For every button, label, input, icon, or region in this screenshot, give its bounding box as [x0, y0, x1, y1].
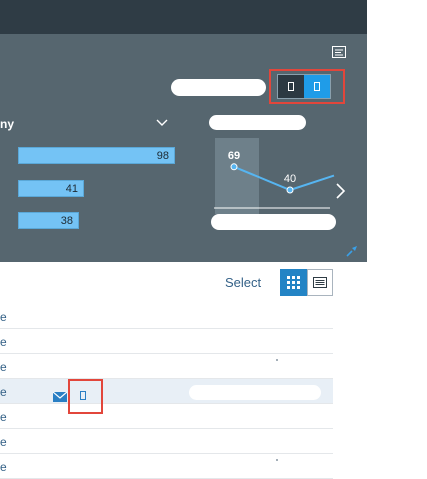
row-action-button[interactable]: [75, 387, 91, 403]
row-text: e: [0, 335, 7, 349]
bar-value: 41: [65, 183, 78, 195]
row-text: e: [0, 460, 7, 474]
redacted-subtitle: [209, 115, 306, 130]
row-text: e: [0, 360, 7, 374]
dropdown-label[interactable]: ny: [0, 117, 14, 131]
square-icon: [80, 391, 86, 400]
row-text: e: [0, 385, 7, 399]
list-view-icon: [313, 277, 327, 288]
panel-collapse-icon[interactable]: [332, 45, 346, 58]
redacted-chart-caption: [211, 214, 336, 230]
table-row[interactable]: e: [0, 304, 333, 329]
top-bar: [0, 0, 367, 34]
view-toggle[interactable]: [277, 74, 331, 99]
pin-icon[interactable]: [344, 243, 360, 259]
chart-data-label: 69: [228, 150, 240, 162]
chevron-down-icon[interactable]: [156, 115, 168, 127]
chevron-right-icon[interactable]: [335, 182, 347, 200]
redacted-row-value: [189, 385, 321, 400]
list-view-button[interactable]: [307, 269, 333, 296]
row-marker: [276, 459, 278, 461]
row-text: e: [0, 435, 7, 449]
kpi-bar[interactable]: 38: [18, 212, 79, 229]
grid-view-button[interactable]: [280, 269, 307, 296]
view-toggle-left-button[interactable]: [278, 75, 304, 98]
grid-view-icon: [287, 276, 300, 289]
table-row[interactable]: e: [0, 404, 333, 429]
chart-point[interactable]: [286, 186, 294, 194]
micro-line-chart[interactable]: 69 40: [212, 136, 336, 216]
table-row[interactable]: e: [0, 329, 333, 354]
row-text: e: [0, 410, 7, 424]
row-marker: [276, 359, 278, 361]
mail-icon[interactable]: [52, 389, 68, 402]
square-icon: [314, 82, 320, 92]
chart-point[interactable]: [230, 163, 238, 171]
square-icon: [288, 82, 294, 92]
chart-data-label: 40: [284, 173, 296, 185]
kpi-bar[interactable]: 41: [18, 180, 84, 197]
bar-value: 38: [60, 215, 73, 227]
redacted-title: [171, 79, 266, 96]
kpi-bar[interactable]: 98: [18, 147, 175, 164]
table-row[interactable]: e: [0, 429, 333, 454]
row-text: e: [0, 310, 7, 324]
table-row[interactable]: e: [0, 354, 333, 379]
select-button[interactable]: Select: [225, 275, 261, 290]
view-toggle-right-button[interactable]: [304, 75, 330, 98]
table-row[interactable]: e: [0, 454, 333, 479]
bar-value: 98: [156, 150, 169, 162]
